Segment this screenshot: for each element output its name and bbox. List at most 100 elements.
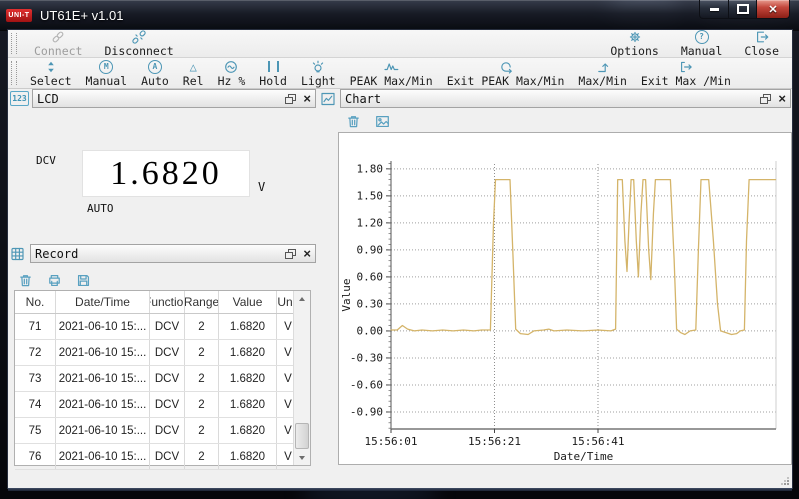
delete-record-icon[interactable] [18,273,33,288]
minimize-icon [710,8,719,11]
hz-percent-label: Hz % [218,75,246,87]
rel-button[interactable]: △ Rel [176,58,211,88]
select-button[interactable]: Select [23,58,79,88]
updown-arrows-icon [44,60,58,74]
table-row[interactable]: 732021-06-10 15:...DCV21.6820V [15,366,310,392]
resize-grip-icon[interactable] [780,476,790,486]
close-panel-icon[interactable]: × [778,93,786,104]
pause-bars-icon [268,60,279,74]
export-image-icon[interactable] [375,114,390,129]
svg-text:-0.60: -0.60 [350,378,383,391]
options-button[interactable]: Options [599,30,669,57]
table-cell: 2021-06-10 15:... [56,392,150,417]
main-toolbar: Connect Disconnect Options ? Manual [8,30,792,58]
manual-mode-button[interactable]: M Manual [79,58,135,88]
manual-help-button[interactable]: ? Manual [670,30,734,57]
column-header[interactable]: Range [185,291,219,313]
float-panel-icon[interactable] [760,94,771,104]
lcd-unit-label: V [258,180,265,194]
toolbar-grip[interactable] [11,33,17,54]
float-panel-icon[interactable] [285,249,296,259]
table-row[interactable]: 762021-06-10 15:...DCV21.6820V [15,444,310,470]
column-header[interactable]: Value [219,291,277,313]
table-cell: 72 [15,340,56,365]
connect-button[interactable]: Connect [23,30,93,57]
column-header[interactable]: Function [150,291,185,313]
close-app-button[interactable]: Close [733,30,790,57]
svg-text:0.00: 0.00 [357,324,384,337]
peak-maxmin-button[interactable]: PEAK Max/Min [343,58,440,88]
sine-circle-icon [224,60,238,74]
table-cell: DCV [150,444,185,469]
clear-chart-icon[interactable] [346,114,361,129]
record-grid-icon [10,247,27,261]
table-cell: 1.6820 [219,340,277,365]
close-button[interactable]: ✕ [756,0,790,19]
record-scrollbar[interactable] [293,291,310,465]
scroll-down-button[interactable] [294,450,310,465]
table-row[interactable]: 752021-06-10 15:...DCV21.6820V [15,418,310,444]
svg-text:0.30: 0.30 [357,297,384,310]
table-cell: 74 [15,392,56,417]
print-icon[interactable] [47,273,62,288]
svg-text:15:56:41: 15:56:41 [571,435,624,448]
light-bulb-icon [311,60,325,74]
table-cell: DCV [150,340,185,365]
waveform-icon [384,60,399,74]
toolbar-grip[interactable] [11,61,17,85]
titlebar[interactable]: UNI-T UT61E+ v1.01 ✕ [0,0,799,31]
chart-panel-header[interactable]: Chart × [340,89,791,108]
exit-maxmin-button[interactable]: Exit Max /Min [634,58,738,88]
table-cell: 75 [15,418,56,443]
lcd-123-icon: 123 [10,91,29,106]
column-header[interactable]: Date/Time [56,291,150,313]
m-circle-icon: M [99,60,113,74]
exit-door-icon [755,30,769,44]
auto-mode-button[interactable]: A Auto [134,58,176,88]
maximize-icon [737,4,749,14]
exit-peak-maxmin-label: Exit PEAK Max/Min [447,75,565,87]
maxmin-button[interactable]: Max/Min [571,58,633,88]
maxmin-label: Max/Min [578,75,626,87]
table-cell: 2 [185,366,219,391]
auto-mode-label: Auto [141,75,169,87]
light-button[interactable]: Light [294,58,343,88]
svg-text:1.50: 1.50 [357,189,384,202]
table-cell: 71 [15,314,56,339]
svg-text:1.80: 1.80 [357,162,384,175]
light-label: Light [301,75,336,87]
svg-text:15:56:01: 15:56:01 [365,435,418,448]
scrollbar-thumb[interactable] [295,423,309,449]
hold-button[interactable]: Hold [252,58,294,88]
table-cell: 2 [185,340,219,365]
chain-link-icon [51,30,65,44]
table-cell: 1.6820 [219,444,277,469]
column-header[interactable]: No. [15,291,56,313]
window-frame-edge [8,488,792,491]
disconnect-label: Disconnect [104,45,173,57]
close-panel-icon[interactable]: × [303,248,311,259]
table-cell: DCV [150,314,185,339]
lcd-panel-header[interactable]: LCD × [32,89,316,108]
exit-peak-maxmin-button[interactable]: Exit PEAK Max/Min [440,58,572,88]
table-row[interactable]: 742021-06-10 15:...DCV21.6820V [15,392,310,418]
minimize-button[interactable] [699,0,729,19]
table-row[interactable]: 722021-06-10 15:...DCV21.6820V [15,340,310,366]
record-panel: Record × No. Date/Time [10,245,316,499]
table-row[interactable]: 712021-06-10 15:...DCV21.6820V [15,314,310,340]
chart-panel: Chart × -0.90-0.60-0.300.000.300.600.901… [320,90,791,487]
svg-text:Value: Value [340,278,353,311]
disconnect-button[interactable]: Disconnect [93,30,184,57]
close-panel-icon[interactable]: × [303,93,311,104]
hold-label: Hold [259,75,287,87]
table-cell: 2021-06-10 15:... [56,314,150,339]
window-controls: ✕ [699,0,790,19]
float-panel-icon[interactable] [285,94,296,104]
svg-text:-0.30: -0.30 [350,351,383,364]
exit-maxmin-label: Exit Max /Min [641,75,731,87]
maximize-button[interactable] [729,0,756,19]
save-icon[interactable] [76,273,91,288]
hz-percent-button[interactable]: Hz % [211,58,253,88]
scroll-up-button[interactable] [294,291,310,306]
record-panel-header[interactable]: Record × [30,244,316,263]
